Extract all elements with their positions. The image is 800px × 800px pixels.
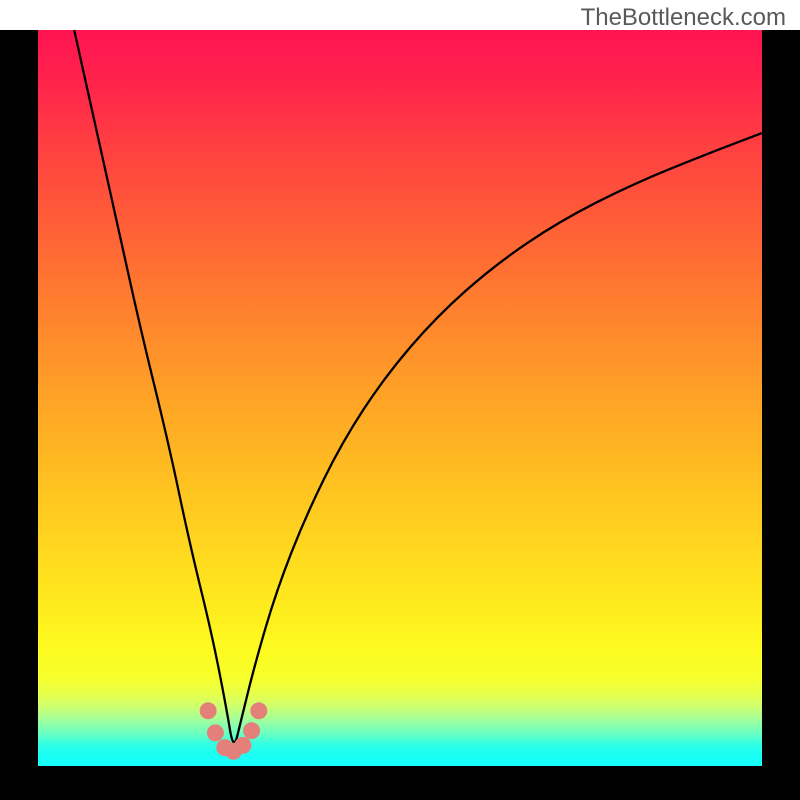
marker-point [200,702,217,719]
marker-point [207,724,224,741]
frame-right [762,30,800,800]
marker-point [234,737,251,754]
watermark-text: TheBottleneck.com [581,4,786,32]
curve-svg [38,30,762,766]
marker-point [243,722,260,739]
bottleneck-curve [74,30,762,742]
optimal-cluster [200,702,268,759]
chart-container: TheBottleneck.com [0,0,800,800]
plot-area [38,30,762,766]
frame-bottom [0,766,800,800]
frame-left [0,30,38,800]
marker-point [250,702,267,719]
